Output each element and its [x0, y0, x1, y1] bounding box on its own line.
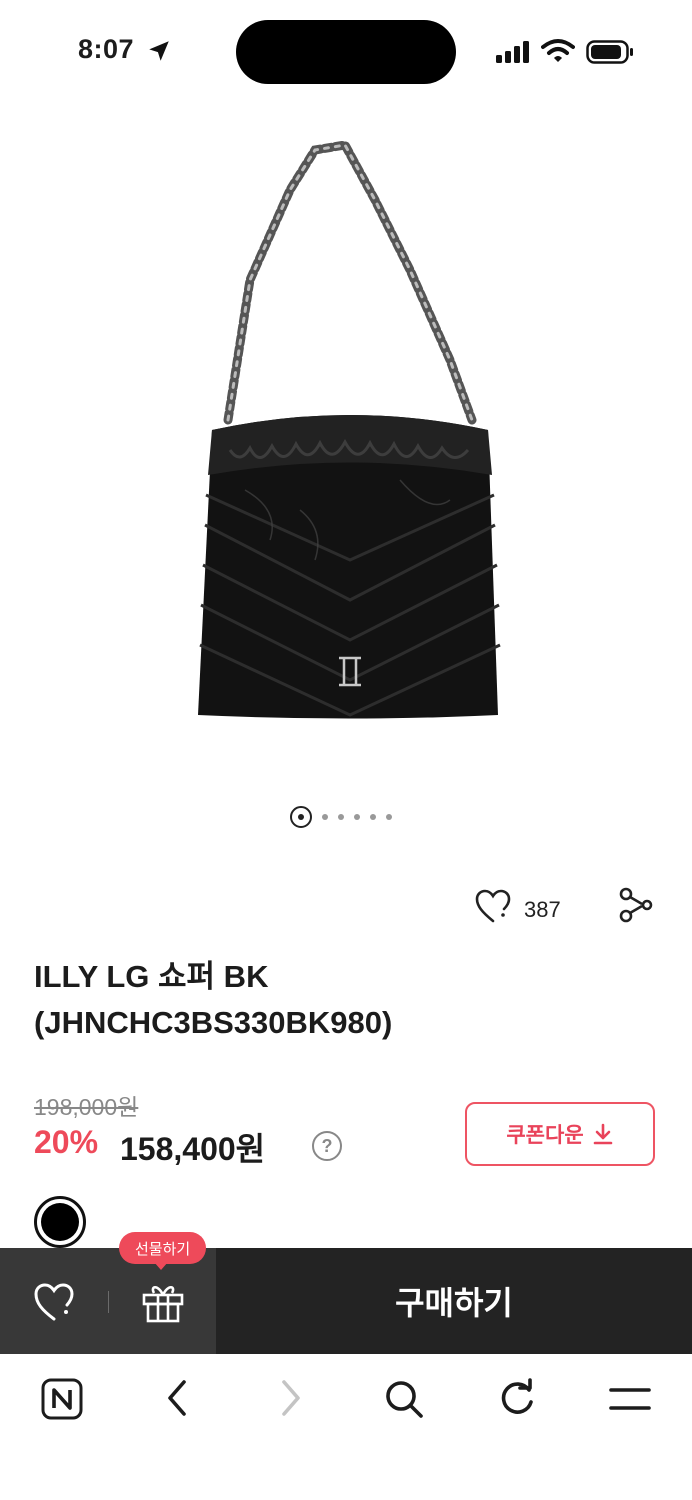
- discount-rate: 20%: [34, 1124, 99, 1160]
- price-help-icon[interactable]: ?: [312, 1131, 342, 1161]
- pager-dot-active[interactable]: [290, 806, 312, 828]
- menu-icon[interactable]: [608, 1382, 652, 1416]
- naver-home-icon[interactable]: [40, 1377, 84, 1421]
- product-title-line1: ILLY LG 쇼퍼 BK: [34, 959, 269, 994]
- buy-button[interactable]: 구매하기: [216, 1248, 692, 1354]
- pager-dot[interactable]: [354, 814, 360, 820]
- location-arrow-icon: [149, 41, 169, 61]
- pager-dot[interactable]: [370, 814, 376, 820]
- sale-price: 158,400원: [120, 1131, 266, 1167]
- share-icon[interactable]: [616, 886, 654, 924]
- battery-icon: [586, 40, 633, 64]
- color-swatch-black[interactable]: [34, 1196, 86, 1248]
- product-title: ILLY LG 쇼퍼 BK (JHNCHC3BS330BK980): [34, 954, 654, 1046]
- heart-icon[interactable]: [474, 888, 512, 924]
- forward-icon[interactable]: [274, 1378, 308, 1418]
- original-price: 198,000원: [34, 1094, 139, 1120]
- like-count: 387: [524, 897, 561, 922]
- gift-tooltip: 선물하기: [119, 1232, 207, 1264]
- search-icon[interactable]: [383, 1378, 425, 1420]
- product-title-line2: (JHNCHC3BS330BK980): [34, 1005, 393, 1040]
- download-icon: [593, 1123, 612, 1145]
- coupon-label: 쿠폰다운: [506, 1124, 584, 1147]
- refresh-icon[interactable]: [496, 1378, 538, 1420]
- cellular-signal-icon: [496, 41, 529, 63]
- pager-dot[interactable]: [322, 814, 328, 820]
- dynamic-island: [236, 20, 456, 84]
- coupon-download-button[interactable]: 쿠폰다운: [465, 1102, 655, 1166]
- image-pager[interactable]: [290, 804, 392, 830]
- back-icon[interactable]: [160, 1378, 194, 1418]
- gift-tooltip-tail: [154, 1262, 168, 1270]
- browser-toolbar: [0, 1355, 692, 1500]
- gift-icon[interactable]: [140, 1280, 186, 1324]
- pager-dot[interactable]: [386, 814, 392, 820]
- pager-dot[interactable]: [338, 814, 344, 820]
- wishlist-heart-icon[interactable]: [32, 1281, 76, 1323]
- status-time: 8:07: [78, 34, 135, 64]
- divider: [108, 1291, 109, 1313]
- product-image[interactable]: [150, 130, 550, 750]
- wifi-icon: [541, 39, 575, 62]
